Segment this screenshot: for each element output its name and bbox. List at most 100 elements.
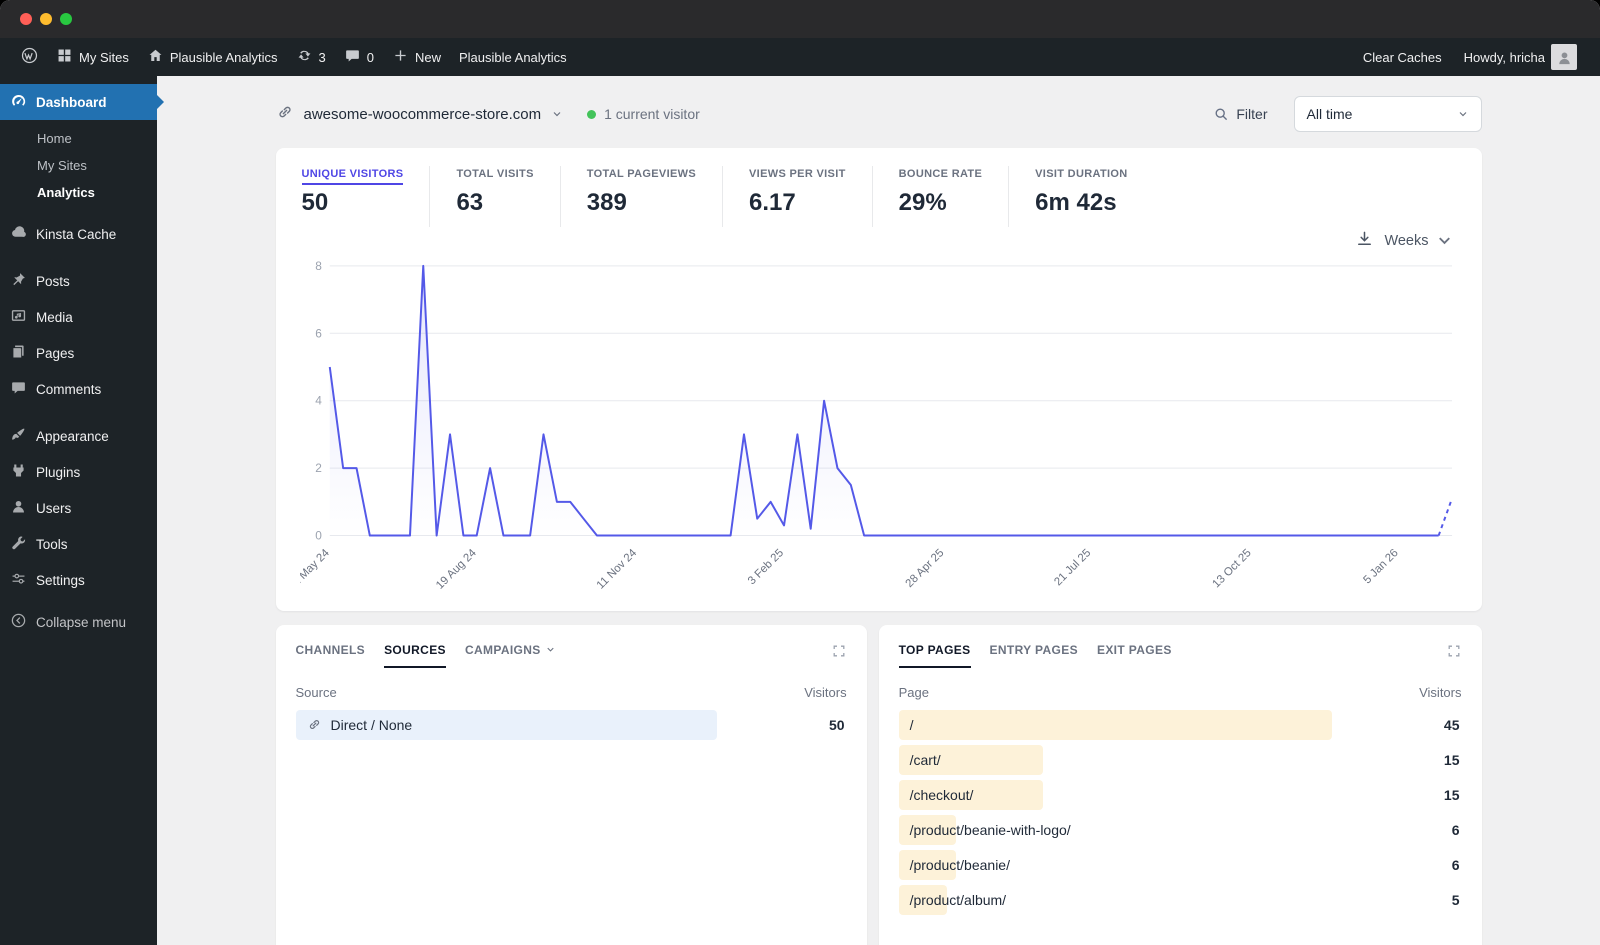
plausible-toolbar-label: Plausible Analytics <box>459 49 567 65</box>
sidebar-item-comments[interactable]: Comments <box>0 371 157 407</box>
plugins-label: Plugins <box>36 464 81 480</box>
tab-exit-pages[interactable]: EXIT PAGES <box>1097 643 1172 666</box>
page-row[interactable]: / 45 <box>898 709 1462 740</box>
tab-entry-pages[interactable]: ENTRY PAGES <box>990 643 1078 666</box>
metric-label: VIEWS PER VISIT <box>749 168 846 180</box>
chevron-down-icon <box>1459 112 1466 117</box>
pages-panel: TOP PAGES ENTRY PAGES EXIT PAGES Page Vi… <box>878 624 1482 945</box>
column-header-source: Source <box>295 684 337 700</box>
page-row[interactable]: /cart/ 15 <box>898 744 1462 775</box>
sidebar-item-tools[interactable]: Tools <box>0 526 157 562</box>
expand-panel-icon[interactable] <box>831 643 847 664</box>
sidebar-item-dashboard[interactable]: Dashboard <box>0 84 157 120</box>
kinsta-cache-label: Kinsta Cache <box>36 226 117 242</box>
dashboard-label: Dashboard <box>36 94 107 110</box>
sidebar-item-posts[interactable]: Posts <box>0 263 157 299</box>
close-window-button[interactable] <box>20 13 32 25</box>
tab-campaigns[interactable]: CAMPAIGNS <box>465 643 556 666</box>
tab-sources[interactable]: SOURCES <box>384 643 446 668</box>
page-row[interactable]: /product/album/ 5 <box>898 884 1462 915</box>
site-home-link[interactable]: Plausible Analytics <box>138 38 287 76</box>
page-path: /cart/ <box>909 751 941 768</box>
chevron-down-icon[interactable] <box>551 108 563 120</box>
collapse-arrow-icon <box>10 612 27 632</box>
my-sites-menu[interactable]: My Sites <box>47 38 138 76</box>
appearance-label: Appearance <box>36 428 109 444</box>
sidebar-item-settings[interactable]: Settings <box>0 562 157 598</box>
metric-views-per-visit[interactable]: VIEWS PER VISIT 6.17 <box>723 166 873 227</box>
sidebar-item-kinsta-cache[interactable]: Kinsta Cache <box>0 216 157 252</box>
svg-text:3 Feb 25: 3 Feb 25 <box>745 547 785 587</box>
download-export-icon[interactable] <box>1355 229 1374 252</box>
media-label: Media <box>36 309 73 325</box>
metric-value: 389 <box>586 189 627 216</box>
search-icon <box>1215 108 1228 121</box>
svg-text:8: 8 <box>315 259 322 273</box>
page-row[interactable]: /product/beanie/ 6 <box>898 849 1462 880</box>
collapse-menu-button[interactable]: Collapse menu <box>0 604 157 640</box>
svg-text:11 Nov 24: 11 Nov 24 <box>594 547 639 592</box>
metric-total-visits[interactable]: TOTAL VISITS 63 <box>430 166 561 227</box>
metric-label: UNIQUE VISITORS <box>301 168 404 185</box>
posts-label: Posts <box>36 273 70 289</box>
site-switcher[interactable]: awesome-woocommerce-store.com <box>304 106 542 123</box>
sidebar-item-plugins[interactable]: Plugins <box>0 454 157 490</box>
metric-value: 6.17 <box>749 189 796 216</box>
sidebar-item-my-sites[interactable]: My Sites <box>0 152 157 179</box>
page-path: /product/album/ <box>909 891 1007 908</box>
my-account-menu[interactable]: Howdy, hricha <box>1453 38 1588 76</box>
visitors-line-chart[interactable]: 0 2 4 6 8 31 May 24 19 Aug 24 11 Nov 24 3 Feb 25… <box>300 252 1458 605</box>
date-range-select[interactable]: All time <box>1293 96 1482 132</box>
my-sites-label: My Sites <box>79 49 129 65</box>
updates-menu[interactable]: 3 <box>287 38 335 76</box>
metric-label: TOTAL PAGEVIEWS <box>586 168 697 180</box>
comments-menu[interactable]: 0 <box>335 38 383 76</box>
plausible-toolbar-link[interactable]: Plausible Analytics <box>450 38 576 76</box>
metric-total-pageviews[interactable]: TOTAL PAGEVIEWS 389 <box>561 166 724 227</box>
dashboard-gauge-icon <box>10 92 27 112</box>
site-link-icon <box>276 103 294 126</box>
wp-logo-menu[interactable] <box>12 38 47 76</box>
clear-caches-button[interactable]: Clear Caches <box>1352 38 1453 76</box>
paintbrush-icon <box>10 426 27 446</box>
plug-icon <box>10 462 27 482</box>
zoom-window-button[interactable] <box>60 13 72 25</box>
link-icon <box>309 720 319 730</box>
metrics-row: UNIQUE VISITORS 50 TOTAL VISITS 63 TOTAL… <box>300 166 1458 227</box>
filter-button[interactable]: Filter <box>1213 106 1268 122</box>
metric-label: TOTAL VISITS <box>456 168 534 180</box>
cloud-icon <box>10 224 27 244</box>
chevron-down-icon <box>546 648 554 653</box>
howdy-label: Howdy, hricha <box>1463 49 1545 65</box>
metric-unique-visitors[interactable]: UNIQUE VISITORS 50 <box>300 166 431 227</box>
svg-text:5 Jan 26: 5 Jan 26 <box>1361 547 1400 586</box>
app-window: My Sites Plausible Analytics 3 0 New Pla… <box>0 0 1600 945</box>
dashboard-submenu: Home My Sites Analytics <box>0 120 157 216</box>
sidebar-item-users[interactable]: Users <box>0 490 157 526</box>
sidebar-item-appearance[interactable]: Appearance <box>0 418 157 454</box>
page-row[interactable]: /product/beanie-with-logo/ 6 <box>898 814 1462 845</box>
tab-top-pages[interactable]: TOP PAGES <box>898 643 971 668</box>
wp-admin-sidebar: Dashboard Home My Sites Analytics Kinsta… <box>0 76 157 945</box>
date-range-value: All time <box>1306 106 1353 122</box>
sources-panel: CHANNELS SOURCES CAMPAIGNS Source Visito… <box>275 624 867 945</box>
minimize-window-button[interactable] <box>40 13 52 25</box>
sidebar-item-pages[interactable]: Pages <box>0 335 157 371</box>
expand-panel-icon[interactable] <box>1446 643 1462 664</box>
updates-icon <box>296 47 313 67</box>
metric-bounce-rate[interactable]: BOUNCE RATE 29% <box>873 166 1010 227</box>
metric-visit-duration[interactable]: VISIT DURATION 6m 42s <box>1009 166 1153 227</box>
wrench-icon <box>10 534 27 554</box>
svg-text:2: 2 <box>315 461 322 475</box>
sidebar-item-home[interactable]: Home <box>0 125 157 152</box>
page-row[interactable]: /checkout/ 15 <box>898 779 1462 810</box>
source-row[interactable]: Direct / None 50 <box>295 709 847 740</box>
interval-dropdown[interactable]: Weeks <box>1384 231 1453 250</box>
sidebar-item-analytics[interactable]: Analytics <box>0 179 157 206</box>
column-header-page: Page <box>898 684 929 700</box>
sidebar-item-media[interactable]: Media <box>0 299 157 335</box>
new-content-menu[interactable]: New <box>383 38 450 76</box>
tab-channels[interactable]: CHANNELS <box>296 643 366 666</box>
stats-card: UNIQUE VISITORS 50 TOTAL VISITS 63 TOTAL… <box>275 148 1482 611</box>
user-icon <box>10 498 27 518</box>
